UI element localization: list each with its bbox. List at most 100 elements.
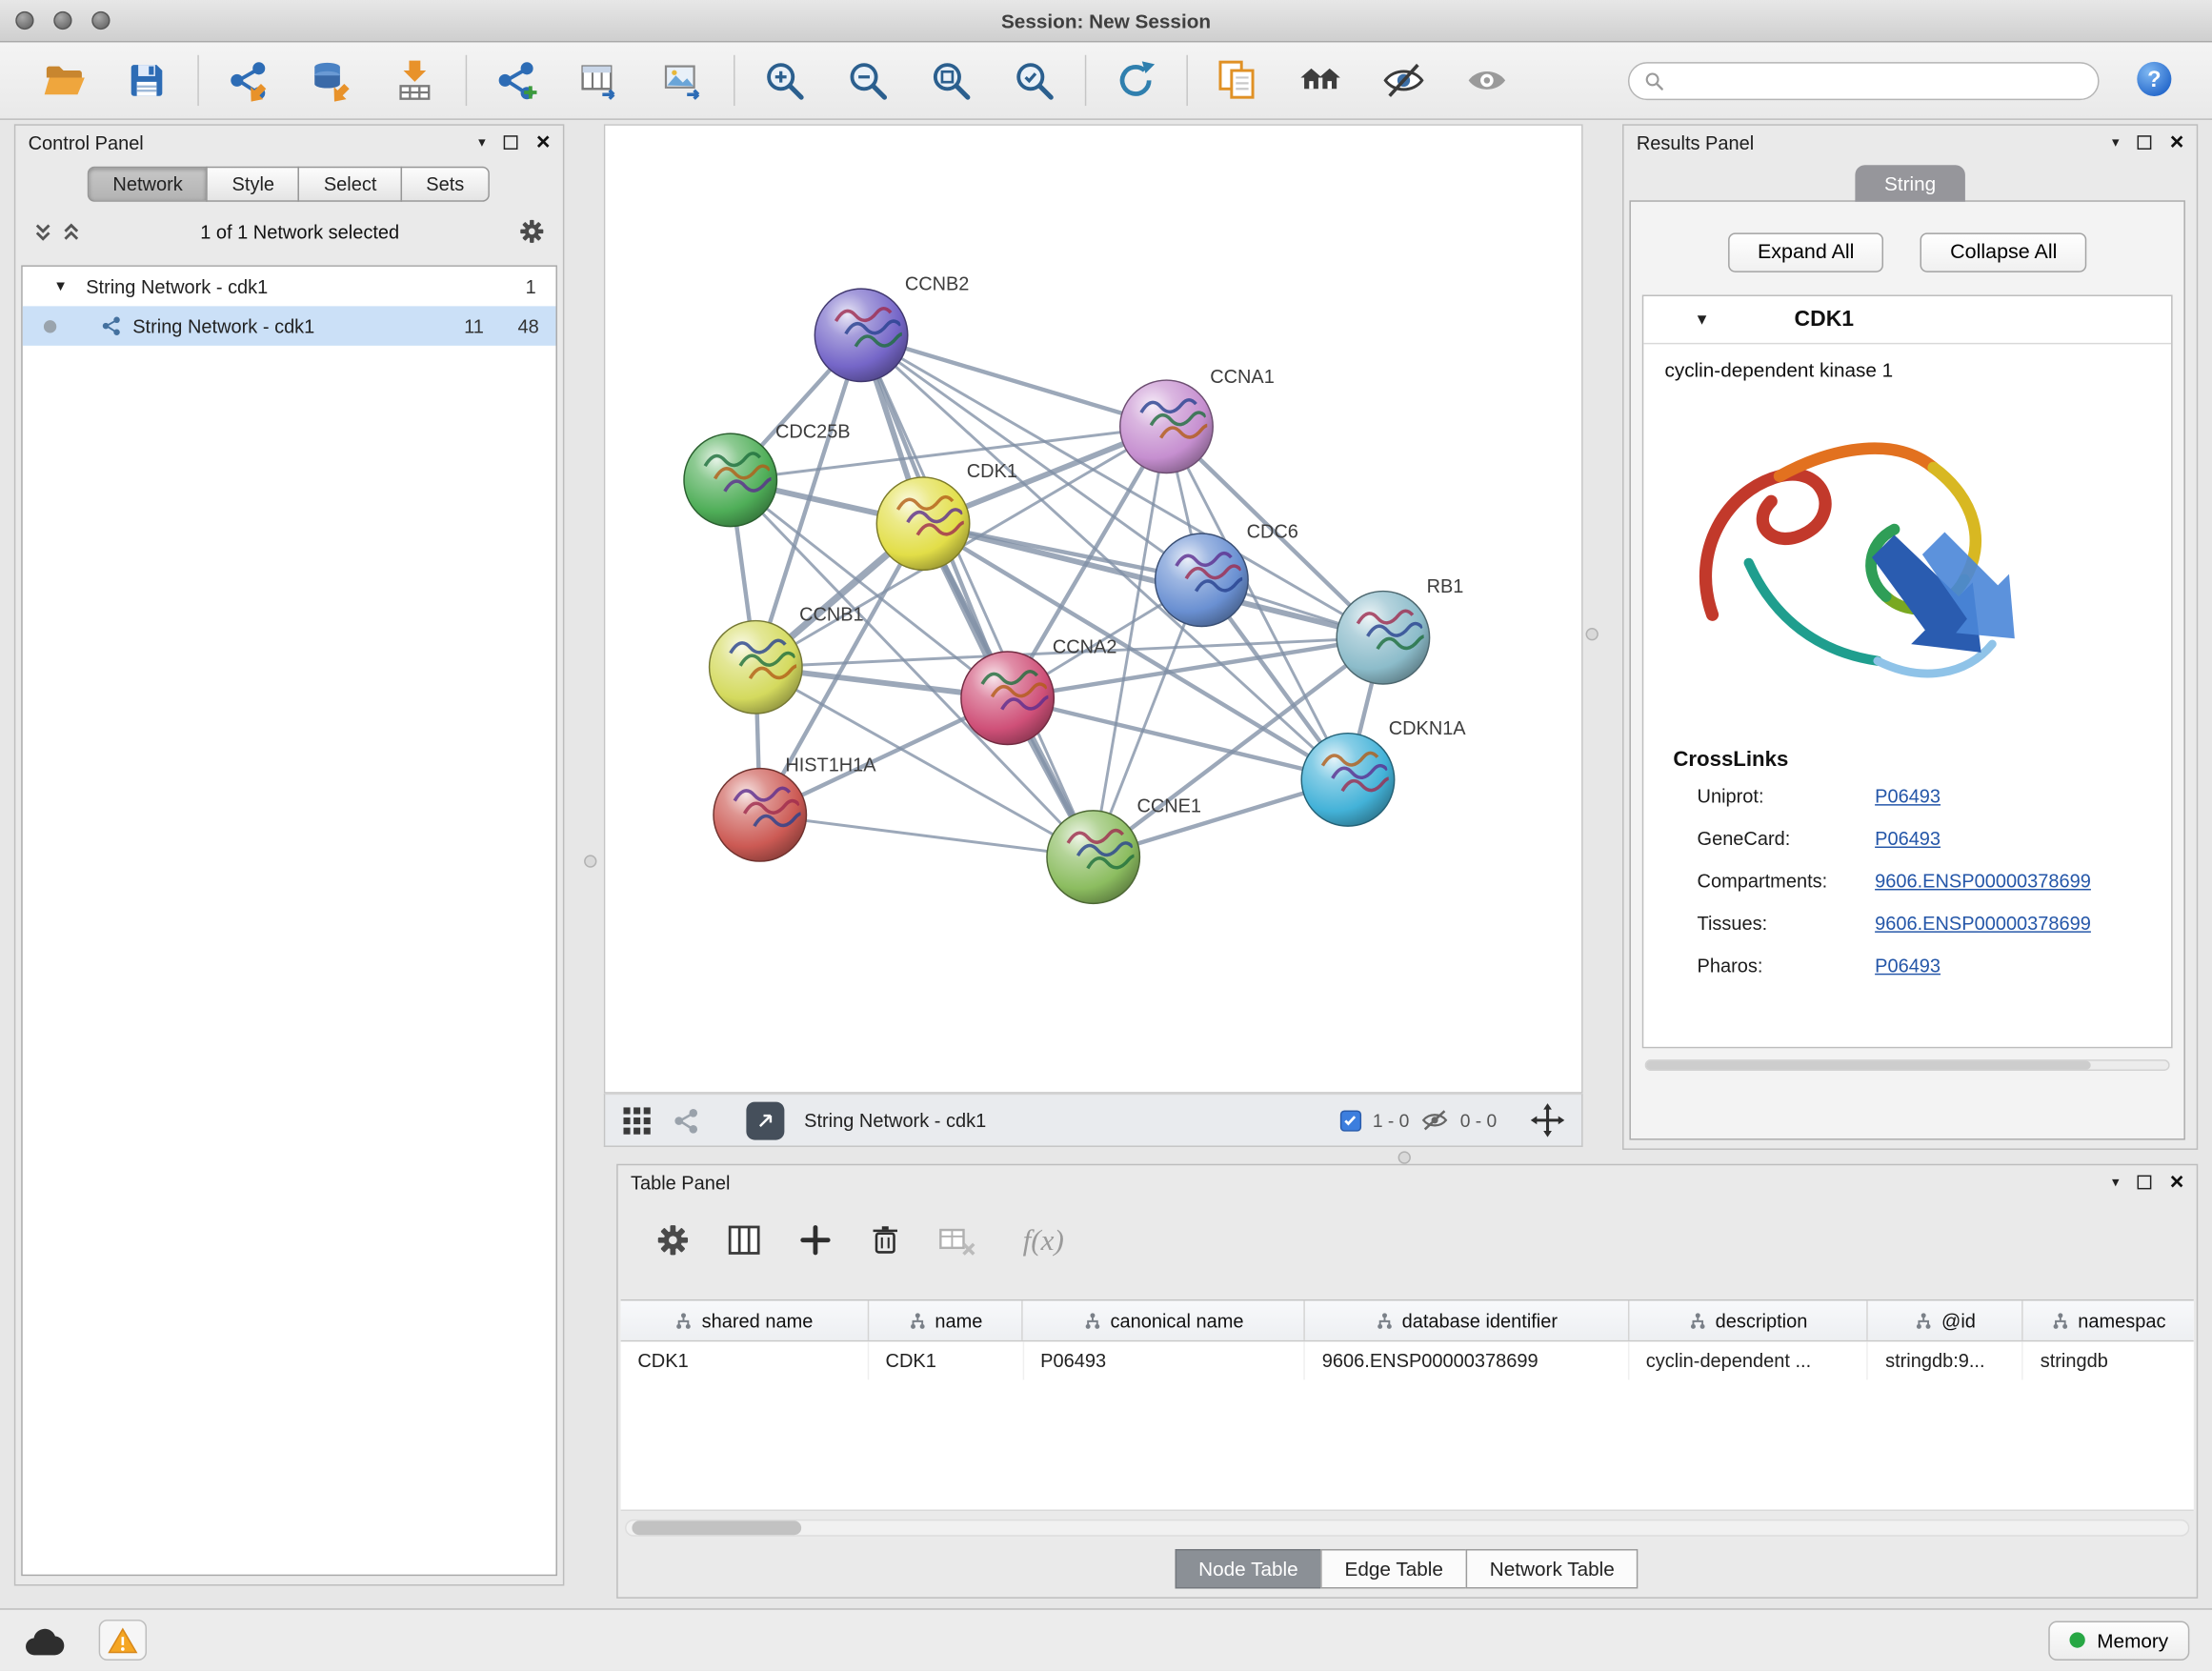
tab-network-table[interactable]: Network Table	[1466, 1549, 1639, 1588]
column-header-name[interactable]: name	[869, 1300, 1024, 1339]
network-node-CCNA1[interactable]	[1120, 380, 1213, 473]
cell-name[interactable]: CDK1	[869, 1341, 1024, 1379]
section-expander-icon[interactable]: ▼	[1695, 312, 1710, 329]
import-network-from-database-button[interactable]	[305, 50, 358, 110]
crosslink-tissues-link[interactable]: 9606.ENSP00000378699	[1875, 903, 2091, 945]
column-header-database-identifier[interactable]: database identifier	[1305, 1300, 1629, 1339]
zoom-in-button[interactable]	[757, 50, 811, 110]
gene-section-header[interactable]: ▼ CDK1	[1643, 296, 2171, 344]
network-canvas[interactable]: CCNB2CCNA1CDC25BCDK1CDC6RB1CCNB1CCNA2CDK…	[604, 124, 1583, 1093]
expand-all-button[interactable]: Expand All	[1728, 232, 1884, 272]
column-header-canonical-name[interactable]: canonical name	[1023, 1300, 1305, 1339]
network-node-HIST1H1A[interactable]	[714, 769, 806, 861]
search-input[interactable]	[1675, 70, 2083, 91]
collapse-all-icon[interactable]	[32, 221, 53, 242]
overview-button[interactable]	[1294, 50, 1347, 110]
help-button[interactable]: ?	[2133, 57, 2175, 104]
column-header-description[interactable]: description	[1629, 1300, 1868, 1339]
cell-id[interactable]: stringdb:9...	[1868, 1341, 2023, 1379]
show-all-button[interactable]	[1460, 50, 1514, 110]
crosslink-compartments-link[interactable]: 9606.ENSP00000378699	[1875, 860, 2091, 902]
network-node-CDC25B[interactable]	[684, 433, 776, 526]
bottom-splitter-handle[interactable]	[1398, 1151, 1411, 1163]
table-row[interactable]: CDK1 CDK1 P06493 9606.ENSP00000378699 cy…	[621, 1341, 2194, 1379]
network-collection-row[interactable]: ▼ String Network - cdk1 1	[23, 267, 556, 306]
panel-close-icon[interactable]: ×	[2170, 1174, 2184, 1191]
tab-sets[interactable]: Sets	[401, 167, 490, 202]
panel-menu-icon[interactable]: ▾	[478, 134, 485, 150]
new-network-button[interactable]	[490, 50, 543, 110]
network-node-CDK1[interactable]	[876, 477, 969, 570]
hide-selected-button[interactable]	[1377, 50, 1430, 110]
new-table-button[interactable]	[573, 50, 626, 110]
scrollbar-thumb[interactable]	[1646, 1061, 2090, 1070]
collapse-all-button[interactable]: Collapse All	[1920, 232, 2086, 272]
right-splitter-handle[interactable]	[1586, 628, 1599, 640]
network-edge-CCNB2-CCNE1[interactable]	[861, 335, 1094, 857]
import-network-from-file-button[interactable]	[222, 50, 275, 110]
panel-close-icon[interactable]: ×	[2170, 134, 2184, 151]
network-edge-CDK1-RB1[interactable]	[923, 524, 1383, 638]
network-node-CDKN1A[interactable]	[1301, 734, 1394, 826]
apply-layout-button[interactable]	[1109, 50, 1162, 110]
column-header-namespace[interactable]: namespac	[2023, 1300, 2194, 1339]
zoom-out-button[interactable]	[841, 50, 895, 110]
crosslink-uniprot-link[interactable]: P06493	[1875, 775, 1941, 817]
panel-menu-icon[interactable]: ▾	[2112, 134, 2119, 150]
network-node-CDC6[interactable]	[1156, 534, 1248, 626]
tree-expander-icon[interactable]: ▼	[53, 278, 68, 293]
tab-style[interactable]: Style	[207, 167, 300, 202]
crosslink-genecard-link[interactable]: P06493	[1875, 818, 1941, 860]
crosslink-pharos-link[interactable]: P06493	[1875, 945, 1941, 987]
scrollbar-thumb[interactable]	[632, 1520, 801, 1535]
export-image-button[interactable]	[656, 50, 710, 110]
panel-float-icon[interactable]	[2138, 1176, 2152, 1190]
tab-edge-table[interactable]: Edge Table	[1320, 1549, 1467, 1588]
panel-close-icon[interactable]: ×	[536, 134, 551, 151]
tab-node-table[interactable]: Node Table	[1175, 1549, 1322, 1588]
tab-select[interactable]: Select	[298, 167, 402, 202]
zoom-selected-button[interactable]	[1007, 50, 1060, 110]
selection-checkbox-icon[interactable]	[1340, 1110, 1361, 1131]
network-options-gear-icon[interactable]	[517, 217, 546, 246]
panel-menu-icon[interactable]: ▾	[2112, 1175, 2119, 1190]
network-view-button[interactable]	[672, 1105, 701, 1135]
save-session-button[interactable]	[120, 50, 173, 110]
panel-float-icon[interactable]	[504, 135, 518, 150]
tab-network[interactable]: Network	[88, 167, 209, 202]
column-header-id[interactable]: @id	[1868, 1300, 2023, 1339]
function-builder-button[interactable]: f(x)	[1023, 1222, 1064, 1258]
detach-view-button[interactable]	[746, 1101, 784, 1139]
network-node-CCNE1[interactable]	[1047, 811, 1139, 903]
network-node-CCNB2[interactable]	[814, 289, 907, 381]
network-edge-CCNB2-CCNA1[interactable]	[861, 335, 1166, 427]
panel-float-icon[interactable]	[2138, 135, 2152, 150]
column-header-shared-name[interactable]: shared name	[621, 1300, 869, 1339]
fit-selected-button[interactable]	[1531, 1103, 1565, 1137]
delete-column-button[interactable]	[868, 1221, 903, 1258]
memory-button[interactable]: Memory	[2049, 1621, 2189, 1660]
network-edge-HIST1H1A-CCNE1[interactable]	[760, 815, 1094, 856]
tab-string[interactable]: String	[1855, 165, 1965, 202]
network-node-CCNA2[interactable]	[961, 652, 1054, 744]
open-session-button[interactable]	[37, 50, 90, 110]
table-options-button[interactable]	[654, 1221, 692, 1258]
import-table-from-file-button[interactable]	[388, 50, 441, 110]
create-column-button[interactable]	[797, 1221, 835, 1258]
show-columns-button[interactable]	[725, 1221, 763, 1258]
delete-table-button[interactable]	[936, 1222, 977, 1258]
zoom-fit-button[interactable]	[924, 50, 977, 110]
network-row-selected[interactable]: String Network - cdk1 11 48	[23, 306, 556, 345]
cell-canonical-name[interactable]: P06493	[1023, 1341, 1305, 1379]
cloud-status-button[interactable]	[23, 1623, 65, 1658]
table-horizontal-scrollbar[interactable]	[625, 1520, 2189, 1537]
results-horizontal-scrollbar[interactable]	[1645, 1059, 2170, 1071]
cell-database-identifier[interactable]: 9606.ENSP00000378699	[1305, 1341, 1629, 1379]
cell-namespace[interactable]: stringdb	[2023, 1341, 2194, 1379]
left-splitter-handle[interactable]	[584, 855, 596, 867]
cell-shared-name[interactable]: CDK1	[621, 1341, 869, 1379]
network-node-CCNB1[interactable]	[710, 621, 802, 714]
expand-all-icon[interactable]	[61, 221, 82, 242]
cell-description[interactable]: cyclin-dependent ...	[1629, 1341, 1868, 1379]
clone-network-button[interactable]	[1211, 50, 1264, 110]
